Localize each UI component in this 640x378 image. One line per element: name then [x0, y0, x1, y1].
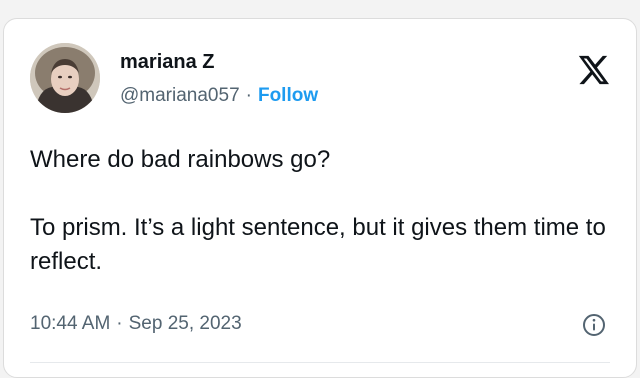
handle-separator: · — [245, 85, 252, 106]
tweet-line-question: Where do bad rainbows go? — [30, 146, 331, 173]
info-icon[interactable] — [582, 313, 606, 337]
user-handle[interactable]: @mariana057 — [120, 85, 240, 106]
divider — [30, 362, 610, 363]
tweet-card: mariana Z @mariana057 · Follow Where do ba… — [3, 18, 637, 378]
tweet-time: 10:44 AM — [30, 313, 111, 334]
tweet-text: Where do bad rainbows go? To prism. It’s… — [30, 143, 610, 279]
tweet-date: Sep 25, 2023 — [128, 313, 242, 334]
handle-row: @mariana057 · Follow — [120, 85, 318, 107]
display-name[interactable]: mariana Z — [120, 51, 214, 74]
meta-separator: · — [116, 313, 123, 334]
tweet-timestamp[interactable]: 10:44 AM · Sep 25, 2023 — [30, 313, 242, 335]
x-logo-icon[interactable] — [576, 53, 610, 87]
tweet-line-answer: To prism. It’s a light sentence, but it … — [30, 214, 606, 275]
avatar-photo — [30, 43, 100, 113]
avatar[interactable] — [30, 43, 100, 113]
follow-button[interactable]: Follow — [258, 85, 318, 106]
